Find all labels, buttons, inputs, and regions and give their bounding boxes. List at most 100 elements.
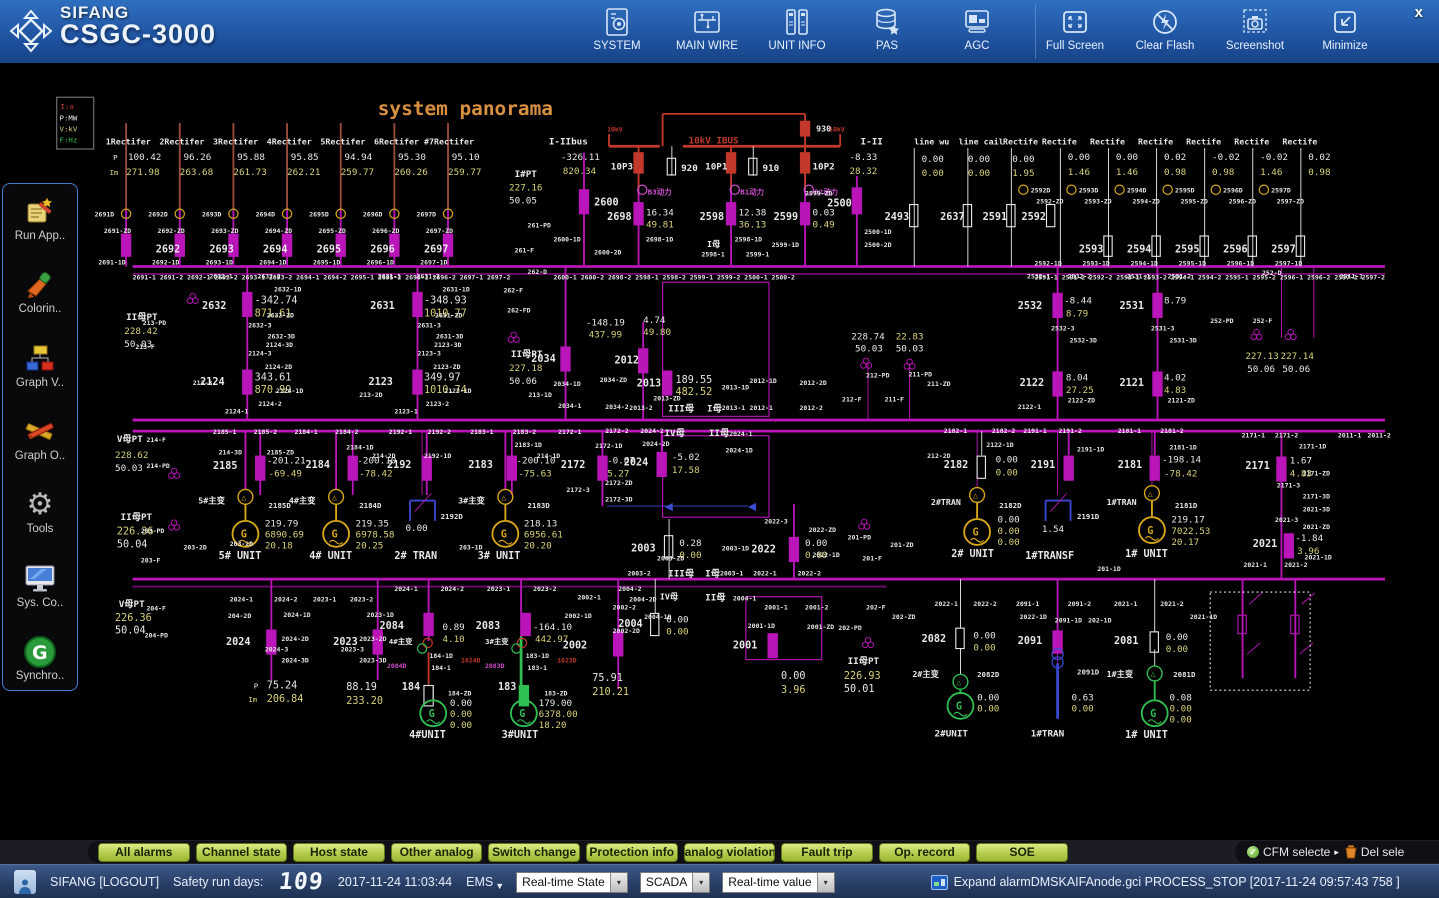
svg-text:△: △	[501, 492, 506, 502]
svg-text:2191-2: 2191-2	[1059, 427, 1082, 435]
tab-other-analog[interactable]: Other analog	[391, 843, 483, 862]
value-type-dropdown[interactable]: Real-time value ▾	[722, 872, 834, 893]
tab-host-state[interactable]: Host state	[293, 843, 385, 862]
diagram-canvas[interactable]: △△△△△△△GGGGGGGGGsystem panoramaI:aP:MWV:…	[0, 63, 1439, 840]
main-wire-button[interactable]: MAIN WIRE	[662, 3, 752, 61]
sidebar-item-coloring[interactable]: Colorin..	[3, 267, 77, 315]
svg-text:10kV IBUS: 10kV IBUS	[689, 135, 740, 146]
svg-text:2598: 2598	[700, 212, 724, 223]
svg-text:2631-3D: 2631-3D	[436, 333, 463, 341]
clear-flash-button[interactable]: Clear Flash	[1120, 3, 1210, 61]
tab-protection-info[interactable]: Protection info	[586, 843, 678, 862]
svg-text:line wu: line wu	[914, 136, 949, 146]
svg-text:88.19: 88.19	[346, 682, 377, 693]
svg-text:2#TRAN: 2#TRAN	[931, 497, 961, 507]
close-button[interactable]: x	[1415, 4, 1423, 21]
svg-text:0.49: 0.49	[812, 220, 834, 231]
tab-op-record[interactable]: Op. record	[879, 843, 971, 862]
svg-text:2084D: 2084D	[387, 662, 407, 670]
tab-all-alarms[interactable]: All alarms	[98, 843, 190, 862]
svg-text:2003-1D: 2003-1D	[722, 544, 749, 552]
svg-text:183-1: 183-1	[528, 664, 548, 672]
minimize-button[interactable]: Minimize	[1300, 3, 1390, 61]
svg-text:2185-2: 2185-2	[254, 428, 277, 436]
svg-text:50.03: 50.03	[855, 344, 883, 355]
svg-text:8.04: 8.04	[1066, 372, 1089, 383]
svg-text:226.36: 226.36	[115, 613, 152, 624]
screenshot-button[interactable]: Screenshot	[1210, 3, 1300, 61]
svg-text:20.18: 20.18	[265, 541, 293, 552]
svg-text:202-1D: 202-1D	[1088, 617, 1111, 625]
svg-text:263.68: 263.68	[180, 167, 213, 178]
svg-text:2632-2: 2632-2	[257, 273, 280, 281]
svg-text:2693D: 2693D	[202, 211, 222, 219]
unit-info-icon	[782, 7, 812, 37]
logout-link[interactable]: SIFANG [LOGOUT]	[50, 875, 159, 889]
svg-text:349.97: 349.97	[424, 372, 461, 383]
svg-text:3#UNIT: 3#UNIT	[502, 730, 539, 741]
system-button[interactable]: SYSTEM	[572, 3, 662, 61]
pas-button[interactable]: PAS	[842, 3, 932, 61]
sidebar-item-sys-config[interactable]: Sys. Co..	[3, 561, 77, 609]
svg-text:2192-1D: 2192-1D	[424, 452, 451, 460]
svg-text:179.00: 179.00	[539, 698, 572, 709]
svg-text:0.00: 0.00	[922, 168, 944, 179]
delete-selected-button[interactable]: Del sele	[1345, 845, 1404, 859]
svg-text:2632-3: 2632-3	[248, 322, 271, 330]
svg-text:0.00: 0.00	[405, 523, 427, 534]
svg-text:Rectife: Rectife	[1090, 136, 1125, 146]
svg-text:2500-1D: 2500-1D	[864, 228, 891, 236]
svg-text:4#主变: 4#主变	[289, 495, 316, 505]
ems-selector[interactable]: EMS ▼	[466, 873, 504, 891]
svg-text:2500: 2500	[827, 198, 851, 209]
svg-text:2192-2: 2192-2	[428, 428, 451, 436]
alarm-message[interactable]: Expand alarmDMSKAIFAnode.gci PROCESS_STO…	[931, 875, 1400, 890]
svg-text:2171-1: 2171-1	[1242, 432, 1265, 440]
sidebar-item-graph-op[interactable]: Graph O..	[3, 414, 77, 462]
ems-label: EMS	[466, 875, 493, 889]
tab-soe[interactable]: SOE	[976, 843, 1068, 862]
svg-text:2004: 2004	[618, 619, 642, 630]
svg-text:2021-2: 2021-2	[1160, 600, 1183, 608]
svg-text:1#TRANSF: 1#TRANSF	[1025, 551, 1074, 562]
svg-text:2637: 2637	[940, 212, 964, 223]
tab-switch-change[interactable]: Switch change	[488, 843, 580, 862]
tab-fault-trip[interactable]: Fault trip	[781, 843, 873, 862]
sidebar-item-graph-view[interactable]: Graph V..	[3, 341, 77, 389]
svg-text:2123-ZD: 2123-ZD	[433, 363, 460, 371]
scada-dropdown[interactable]: SCADA ▾	[640, 872, 710, 893]
svg-text:213-2D: 213-2D	[359, 391, 382, 399]
tab-channel-state[interactable]: Channel state	[196, 843, 288, 862]
svg-text:2172-3: 2172-3	[566, 486, 589, 494]
svg-text:B3动力: B3动力	[648, 187, 672, 196]
svg-text:III母: III母	[668, 404, 694, 415]
full-screen-button[interactable]: Full Screen	[1030, 3, 1120, 61]
user-avatar[interactable]	[14, 870, 36, 894]
svg-text:2082: 2082	[922, 634, 946, 645]
svg-text:2511-1: 2511-1	[1340, 273, 1363, 281]
unit-info-button[interactable]: UNIT INFO	[752, 3, 842, 61]
alarm-actions: ✓ CFM selecte ▸ Del sele	[1235, 841, 1439, 863]
svg-text:0.00: 0.00	[973, 630, 995, 641]
svg-text:system panorama: system panorama	[378, 97, 553, 120]
tab-analog-violation[interactable]: analog violation	[684, 843, 776, 862]
svg-text:G: G	[972, 528, 978, 539]
svg-text:2023-3: 2023-3	[341, 645, 364, 653]
svg-text:201-PD: 201-PD	[848, 533, 871, 541]
svg-text:I:a: I:a	[60, 102, 73, 111]
svg-text:-348.93: -348.93	[424, 295, 467, 306]
svg-text:28.32: 28.32	[849, 166, 877, 177]
cfm-selected-button[interactable]: ✓ CFM selecte ▸	[1247, 845, 1339, 859]
sidebar-item-tools[interactable]: ⚙ Tools	[3, 487, 77, 535]
svg-text:10P3: 10P3	[611, 161, 633, 172]
tools-gear-icon: ⚙	[27, 487, 54, 523]
svg-text:2594-1D: 2594-1D	[1131, 260, 1158, 268]
pas-label: PAS	[876, 40, 898, 52]
sidebar-item-synchro[interactable]: G Synchro..	[3, 634, 77, 682]
sidebar-item-run-app[interactable]: Run App..	[3, 194, 77, 242]
svg-text:0.00: 0.00	[922, 154, 944, 165]
svg-text:95.10: 95.10	[452, 152, 480, 163]
agc-button[interactable]: AGC	[932, 3, 1022, 61]
svg-text:2182-1: 2182-1	[944, 427, 967, 435]
state-dropdown[interactable]: Real-time State ▾	[516, 872, 628, 893]
